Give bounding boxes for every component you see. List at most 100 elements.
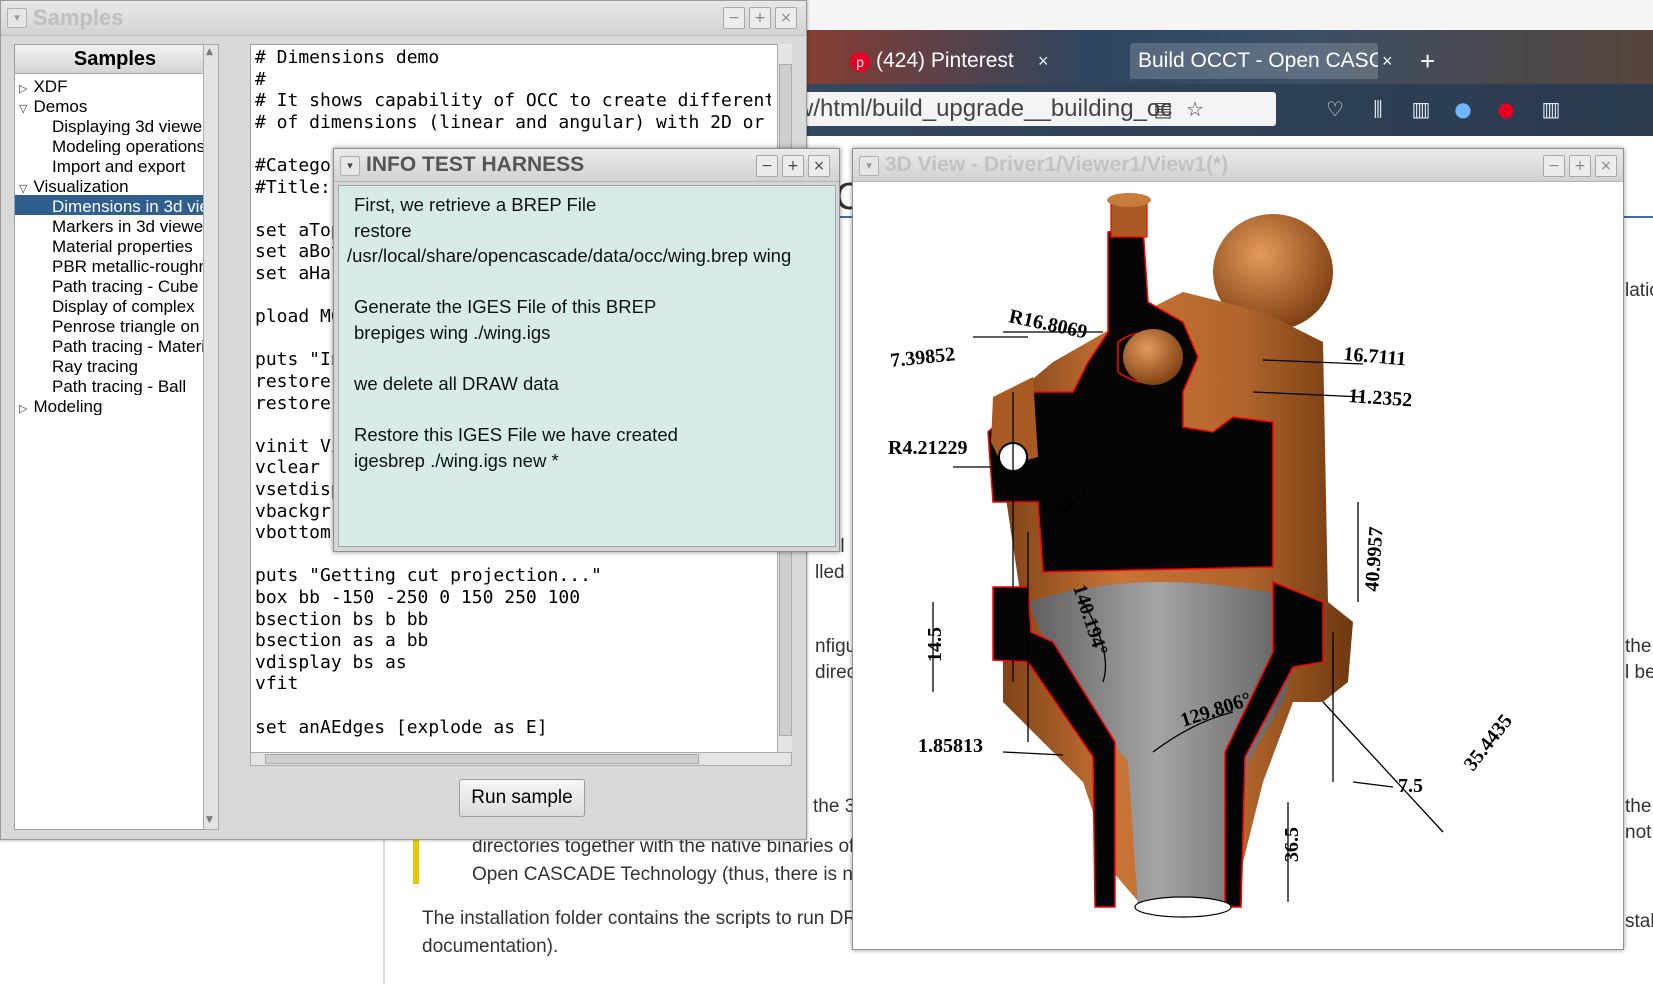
minimize-button[interactable]: − bbox=[756, 155, 778, 177]
info-line: we delete all DRAW data bbox=[354, 373, 559, 395]
sidebar-icon[interactable]: ▥ bbox=[1408, 96, 1434, 122]
tree-header[interactable]: Samples bbox=[15, 45, 215, 74]
tree-scrollbar[interactable]: ▲ ▼ bbox=[203, 44, 219, 830]
code-horizontal-scrollbar[interactable] bbox=[250, 752, 792, 766]
close-button[interactable]: × bbox=[1595, 155, 1617, 177]
tree-item[interactable]: Penrose triangle on bbox=[15, 315, 215, 335]
tree-item[interactable]: Path tracing - Cube bbox=[15, 275, 215, 295]
pinterest-extension-icon[interactable]: ● bbox=[1493, 96, 1519, 122]
dim-r4: R4.21229 bbox=[888, 437, 967, 459]
maximize-button[interactable]: + bbox=[749, 7, 771, 29]
tab-close-icon[interactable]: × bbox=[1382, 43, 1393, 79]
page-line: documentation). bbox=[422, 936, 559, 957]
tree-item[interactable]: Path tracing - Materials bbox=[15, 335, 215, 355]
code-line: puts "In bbox=[255, 349, 342, 371]
info-line: restore bbox=[354, 219, 412, 241]
tab-close-icon[interactable]: × bbox=[1038, 43, 1049, 79]
window-menu-icon[interactable]: ▾ bbox=[340, 156, 360, 176]
menu-icon[interactable]: ▥ bbox=[1538, 96, 1564, 122]
tree-item-label: Displaying 3d viewer bbox=[52, 117, 208, 135]
tree-item[interactable]: Displaying 3d viewer bbox=[15, 115, 215, 135]
tree-item[interactable]: Path tracing - Ball bbox=[15, 375, 215, 395]
scroll-up-icon[interactable]: ▲ bbox=[206, 47, 214, 57]
cad-model-drawing: R16.8069 16.7111 7.39852 11.2352 R4.2122… bbox=[888, 193, 1517, 918]
3d-view-titlebar[interactable]: ▾ 3D View - Driver1/Viewer1/View1(*) − +… bbox=[853, 149, 1623, 182]
run-sample-button[interactable]: Run sample bbox=[459, 779, 585, 817]
code-line: # It shows capability of OCC to create d… bbox=[255, 90, 771, 112]
extension-icon[interactable]: ● bbox=[1450, 96, 1476, 122]
tree-item[interactable]: ▷ Modeling bbox=[15, 395, 215, 415]
info-line: igesbrep ./wing.igs new * bbox=[354, 450, 559, 471]
tree-item[interactable]: Ray tracing bbox=[15, 355, 215, 375]
code-line: box bb -150 -250 0 150 250 100 bbox=[255, 587, 581, 608]
expanded-arrow-icon[interactable]: ▽ bbox=[19, 183, 27, 195]
code-line: # Dimensions demo bbox=[255, 47, 440, 68]
model-part bbox=[1107, 193, 1151, 207]
info-line: brepiges wing ./wing.igs bbox=[354, 322, 551, 343]
maximize-button[interactable]: + bbox=[1569, 155, 1591, 177]
tree-item-label: Markers in 3d viewer bbox=[52, 217, 209, 235]
tree-item[interactable]: ▷ XDF bbox=[15, 75, 215, 95]
maximize-button[interactable]: + bbox=[782, 155, 804, 177]
new-tab-button[interactable]: + bbox=[1420, 43, 1435, 79]
dim-1-85813: 1.85813 bbox=[918, 735, 983, 757]
close-button[interactable]: × bbox=[808, 155, 830, 177]
reader-view-icon[interactable]: ▤ bbox=[1150, 96, 1176, 122]
page-fragment: not bbox=[1625, 822, 1652, 843]
note-bar bbox=[413, 834, 419, 884]
page-fragment: the 3 bbox=[813, 796, 856, 817]
bookmark-star-icon[interactable]: ☆ bbox=[1182, 96, 1208, 122]
close-button[interactable]: × bbox=[775, 7, 797, 29]
minimize-button[interactable]: − bbox=[1543, 155, 1565, 177]
info-test-harness-window: ▾ INFO TEST HARNESS − + × First, we retr… bbox=[333, 148, 840, 552]
tree-item-label: Dimensions in 3d viewer bbox=[52, 197, 215, 215]
tree-item[interactable]: Display of complex bbox=[15, 295, 215, 315]
tree-item[interactable]: Dimensions in 3d viewer bbox=[15, 195, 215, 215]
tree-item-label: Ray tracing bbox=[52, 357, 138, 375]
code-line: vfit bbox=[255, 673, 299, 695]
info-titlebar[interactable]: ▾ INFO TEST HARNESS − + × bbox=[334, 149, 839, 182]
pinterest-icon: p bbox=[850, 52, 870, 72]
code-line: #Title: bbox=[255, 176, 331, 198]
samples-tree[interactable]: Samples ▷ XDF ▽ Demos Displaying 3d viewer Mo… bbox=[14, 44, 216, 830]
collapsed-arrow-icon[interactable]: ▷ bbox=[19, 83, 27, 95]
library-icon[interactable]: ⫼ bbox=[1365, 96, 1391, 122]
tab-build-occt[interactable]: Build OCCT - Open CASC bbox=[1130, 43, 1378, 79]
tab-pinterest[interactable]: p (424) Pinterest bbox=[850, 43, 1065, 79]
window-menu-icon[interactable]: ▾ bbox=[859, 156, 879, 176]
code-line: vdisplay bs as bbox=[255, 651, 407, 673]
model-part bbox=[1123, 329, 1183, 385]
tree-item[interactable]: ▽ Demos bbox=[15, 95, 215, 115]
code-line: vbottom bbox=[255, 522, 331, 544]
expanded-arrow-icon[interactable]: ▽ bbox=[19, 103, 27, 115]
tree-item[interactable]: Material properties bbox=[15, 235, 215, 255]
minimize-button[interactable]: − bbox=[723, 7, 745, 29]
tree-item-label: Display of complex bbox=[52, 297, 195, 315]
dim-40-9957: 40.9957 bbox=[1361, 526, 1387, 592]
pocket-icon[interactable]: ♡ bbox=[1322, 96, 1348, 122]
3d-view-window: ▾ 3D View - Driver1/Viewer1/View1(*) − +… bbox=[852, 148, 1624, 950]
tree-item[interactable]: Modeling operations bbox=[15, 135, 215, 155]
tree-item[interactable]: Markers in 3d viewer bbox=[15, 215, 215, 235]
window-menu-icon[interactable]: ▾ bbox=[7, 8, 27, 28]
code-line: set aBot bbox=[255, 241, 342, 263]
info-text-area: First, we retrieve a BREP File restore/u… bbox=[338, 185, 836, 547]
page-fragment: the bbox=[1625, 636, 1652, 657]
tree-item[interactable]: PBR metallic-roughness bbox=[15, 255, 215, 275]
tree-item-label: Penrose triangle on bbox=[52, 317, 200, 335]
3d-viewport[interactable]: R16.8069 16.7111 7.39852 11.2352 R4.2122… bbox=[853, 182, 1623, 949]
page-fragment: latic bbox=[1625, 280, 1653, 301]
samples-titlebar[interactable]: ▾ Samples − + × bbox=[1, 1, 806, 36]
tree-item-label: Material properties bbox=[52, 237, 193, 255]
code-line: pload MC bbox=[255, 306, 342, 328]
info-line: First, we retrieve a BREP File bbox=[354, 194, 597, 215]
code-line: vsetdisp bbox=[255, 479, 342, 500]
tree-item[interactable]: Import and export bbox=[15, 155, 215, 175]
browser-tab-bar: p (424) Pinterest × Build OCCT - Open CAS… bbox=[790, 30, 1653, 84]
collapsed-arrow-icon[interactable]: ▷ bbox=[19, 403, 27, 415]
tree-item-label: Modeling operations bbox=[52, 137, 206, 155]
page-line: Open CASCADE Technology (thus, there is … bbox=[472, 864, 889, 885]
scroll-down-icon[interactable]: ▼ bbox=[206, 815, 214, 825]
scroll-thumb[interactable] bbox=[265, 754, 699, 764]
tree-item[interactable]: ▽ Visualization bbox=[15, 175, 215, 195]
